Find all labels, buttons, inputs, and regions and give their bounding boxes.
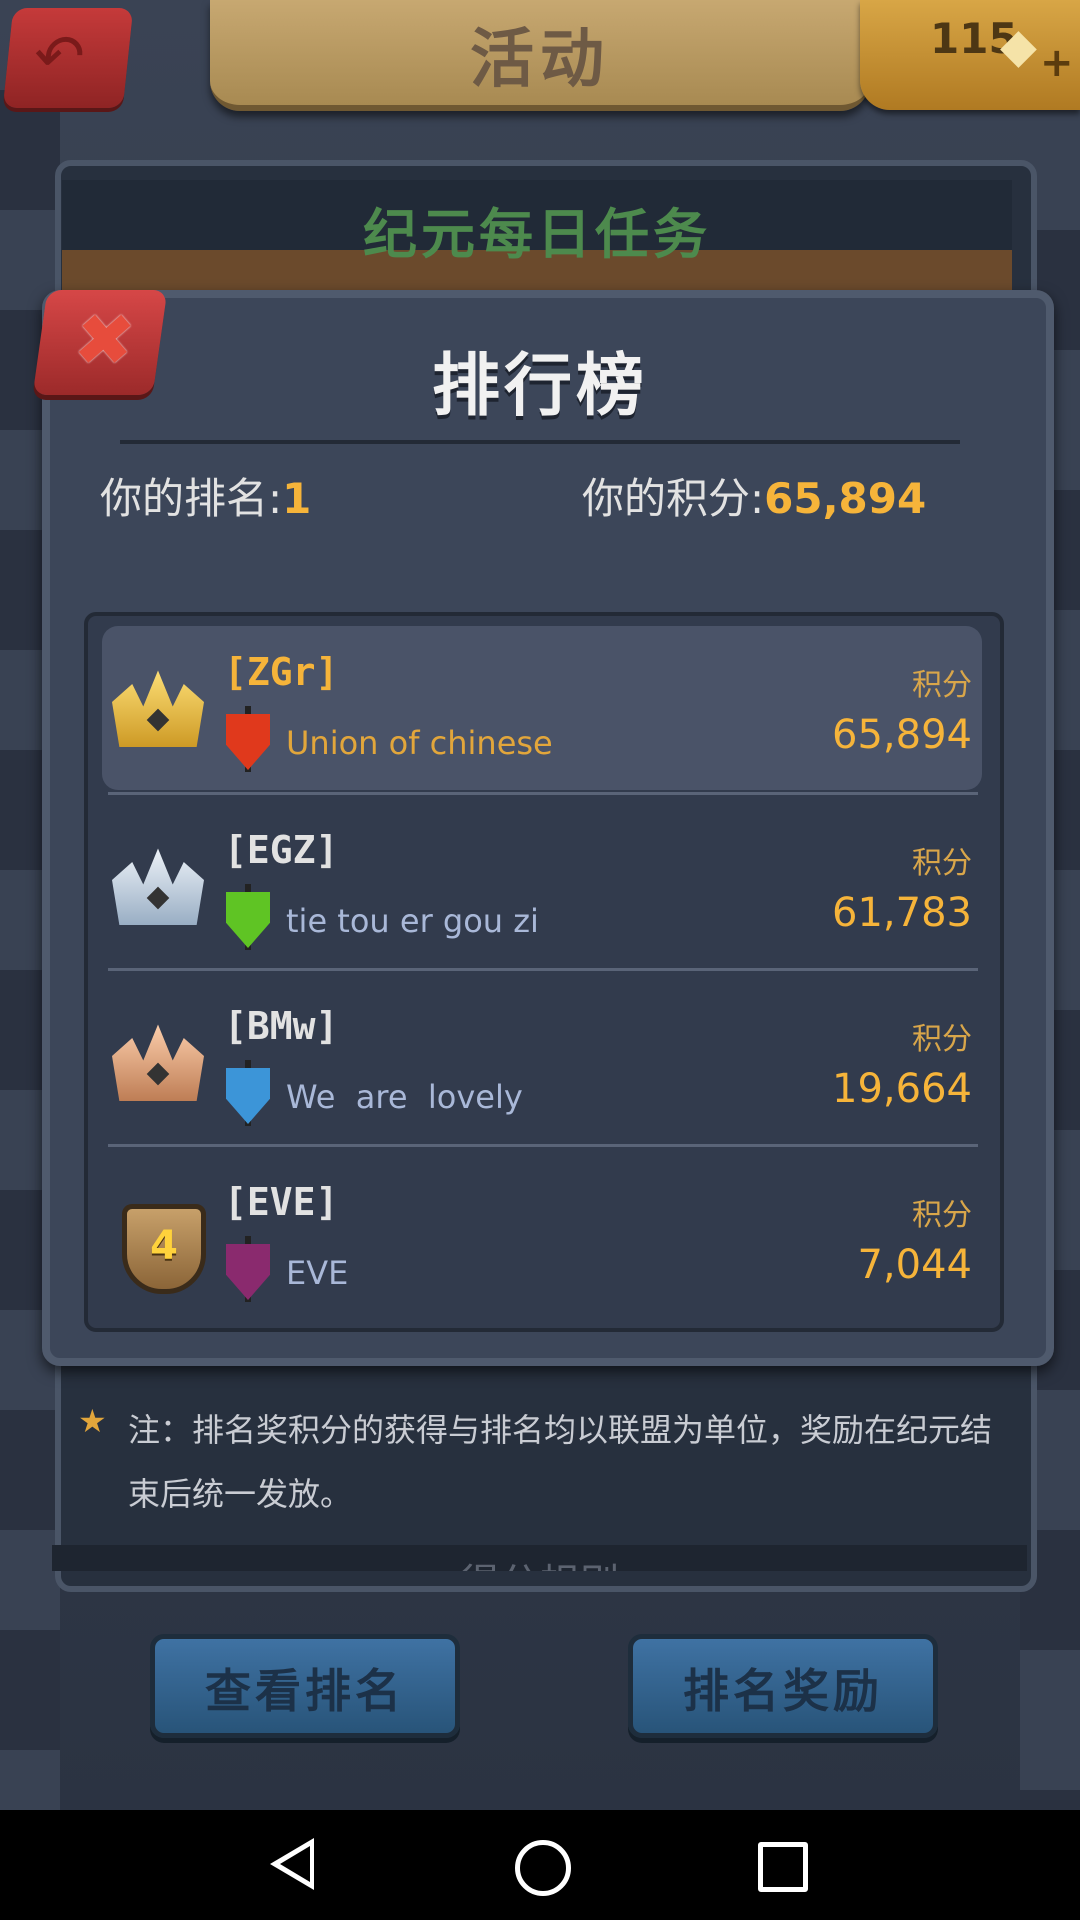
my-rank-value: 1 bbox=[282, 474, 312, 523]
top-bar: 活动 ↶ 115 ◆ + bbox=[0, 0, 1080, 130]
leaderboard-row[interactable]: [BMw] We are lovely 积分 19,664 bbox=[102, 980, 982, 1144]
rules-section-header: 得分规则 bbox=[52, 1545, 1027, 1571]
flag-icon bbox=[226, 1244, 270, 1300]
points-label: 积分 bbox=[912, 1198, 972, 1233]
points-value: 19,664 bbox=[832, 1066, 972, 1112]
points-value: 65,894 bbox=[832, 712, 972, 758]
row-divider bbox=[108, 968, 978, 971]
my-rank: 你的排名:1 bbox=[100, 465, 311, 526]
row-divider bbox=[108, 1144, 978, 1147]
points-value: 7,044 bbox=[857, 1242, 972, 1288]
points-label: 积分 bbox=[912, 1022, 972, 1057]
my-score: 你的积分:65,894 bbox=[582, 465, 926, 526]
rank-number: 4 bbox=[150, 1223, 178, 1269]
back-button[interactable]: ↶ bbox=[2, 8, 134, 108]
flag-icon bbox=[226, 892, 270, 948]
divider bbox=[120, 440, 960, 444]
points-label: 积分 bbox=[912, 846, 972, 881]
alliance-name: Union of chinese bbox=[286, 724, 553, 762]
row-divider bbox=[108, 792, 978, 795]
leaderboard-row[interactable]: [ZGr] Union of chinese 积分 65,894 bbox=[102, 626, 982, 790]
android-nav-bar bbox=[0, 1810, 1080, 1920]
view-ranking-label: 查看排名 bbox=[205, 1664, 405, 1718]
my-score-label: 你的积分: bbox=[582, 474, 765, 523]
flag-icon bbox=[226, 1068, 270, 1124]
event-title: 纪元每日任务 bbox=[363, 203, 711, 266]
alliance-tag: [EVE] bbox=[224, 1180, 339, 1224]
bronze-crown-icon bbox=[112, 1020, 204, 1110]
alliance-tag: [ZGr] bbox=[224, 650, 339, 694]
ranking-rewards-button[interactable]: 排名奖励 bbox=[628, 1634, 938, 1738]
modal-title: 排行榜 bbox=[431, 347, 648, 426]
alliance-tag: [EGZ] bbox=[224, 828, 339, 872]
title-plaque: 活动 bbox=[210, 0, 870, 111]
flag-icon bbox=[226, 714, 270, 770]
nav-back-icon-inner bbox=[280, 1846, 310, 1882]
points-label: 积分 bbox=[912, 668, 972, 703]
back-arrow-icon: ↶ bbox=[30, 22, 89, 92]
star-icon: ★ bbox=[78, 1402, 107, 1440]
leaderboard-row[interactable]: [EGZ] tie tou er gou zi 积分 61,783 bbox=[102, 804, 982, 968]
alliance-tag: [BMw] bbox=[224, 1004, 339, 1048]
nav-home-icon[interactable] bbox=[515, 1840, 571, 1896]
my-score-value: 65,894 bbox=[764, 474, 927, 523]
page-title: 活动 bbox=[470, 23, 610, 97]
ranking-rewards-label: 排名奖励 bbox=[683, 1664, 883, 1718]
leaderboard-row[interactable]: 4 [EVE] EVE 积分 7,044 bbox=[102, 1156, 982, 1320]
points-value: 61,783 bbox=[832, 890, 972, 936]
alliance-name: EVE bbox=[286, 1254, 349, 1292]
plus-icon: + bbox=[1040, 40, 1074, 86]
leaderboard-list[interactable]: [ZGr] Union of chinese 积分 65,894 [EGZ] t… bbox=[84, 612, 1004, 1332]
rank-4-shield-icon: 4 bbox=[112, 1196, 206, 1294]
alliance-name: We are lovely bbox=[286, 1078, 523, 1116]
my-rank-label: 你的排名: bbox=[100, 474, 283, 523]
alliance-name: tie tou er gou zi bbox=[286, 902, 539, 940]
silver-crown-icon bbox=[112, 844, 204, 934]
gem-counter[interactable]: 115 ◆ + bbox=[860, 0, 1080, 110]
rules-title: 得分规则 bbox=[52, 1551, 1027, 1571]
note-text: 注：排名奖积分的获得与排名均以联盟为单位，奖励在纪元结束后统一发放。 bbox=[128, 1411, 993, 1513]
diamond-icon: ◆ bbox=[1000, 18, 1037, 74]
event-banner[interactable]: 纪元每日任务 bbox=[62, 180, 1012, 290]
view-ranking-button[interactable]: 查看排名 bbox=[150, 1634, 460, 1738]
gold-crown-icon bbox=[112, 666, 204, 756]
nav-recent-apps-icon[interactable] bbox=[758, 1842, 808, 1892]
